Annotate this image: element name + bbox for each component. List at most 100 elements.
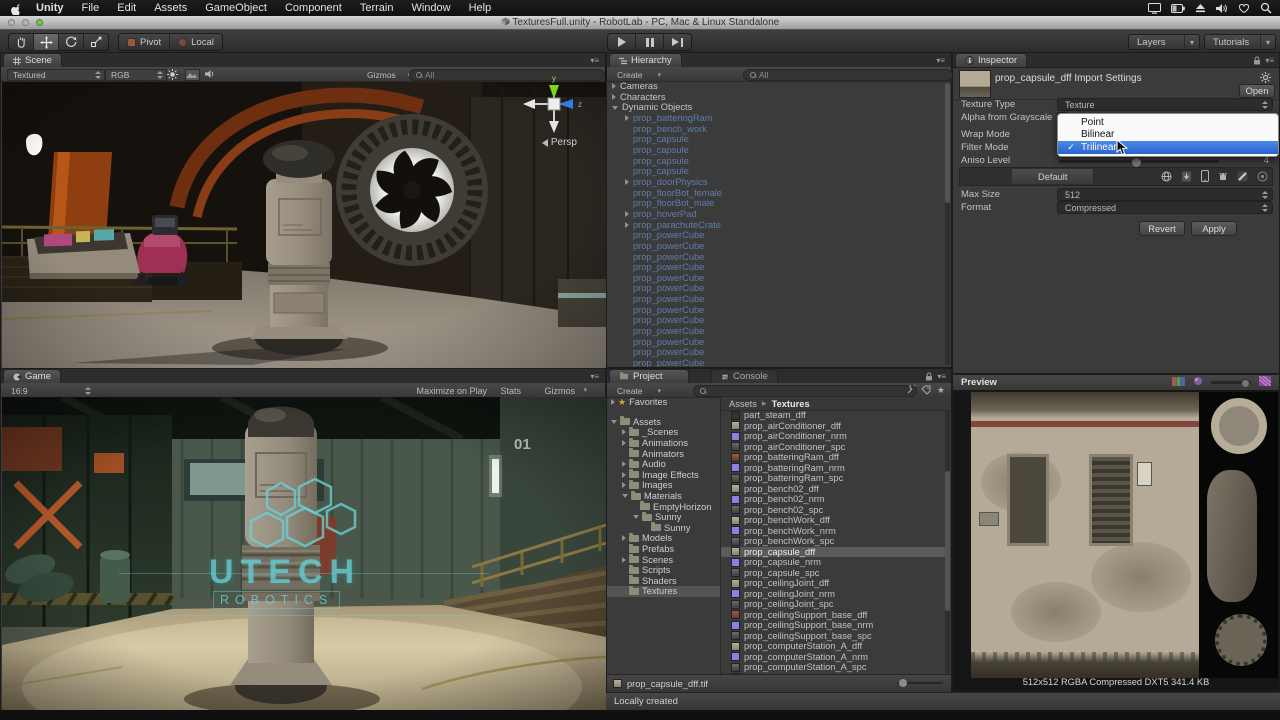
filter-option-Trilinear[interactable]: ✓ Trilinear (1058, 141, 1278, 154)
project-file-prop_batteringRam_nrm[interactable]: prop_batteringRam_nrm (721, 463, 945, 474)
menu-file[interactable]: File (73, 2, 109, 14)
menu-terrain[interactable]: Terrain (351, 2, 403, 14)
game-gizmos-dropdown[interactable]: Gizmos (544, 386, 575, 396)
spotlight-search-icon[interactable] (1260, 2, 1272, 14)
project-create-button[interactable]: Create ▾ (611, 385, 665, 397)
hierarchy-item[interactable]: prop_powerCube (607, 337, 945, 348)
scale-tool-button[interactable] (84, 34, 108, 50)
ios-platform-icon[interactable] (1201, 170, 1209, 182)
breadcrumb-root[interactable]: Assets (729, 399, 757, 409)
hand-tool-button[interactable] (9, 34, 34, 50)
scene-effects-toggle[interactable] (185, 69, 200, 81)
hierarchy-item[interactable]: prop_powerCube (607, 273, 945, 284)
hierarchy-item[interactable]: prop_capsule (607, 166, 945, 177)
menu-edit[interactable]: Edit (108, 2, 145, 14)
revert-button[interactable]: Revert (1139, 221, 1185, 236)
disclosure-right-icon[interactable] (622, 556, 626, 563)
hierarchy-item[interactable]: prop_powerCube (607, 241, 945, 252)
project-folder-Animations[interactable]: Animations (607, 437, 720, 449)
menu-app-name[interactable]: Unity (27, 2, 73, 14)
window-title-bar[interactable]: TexturesFull.unity - RobotLab - PC, Mac … (0, 16, 1280, 30)
naclweb-platform-icon[interactable] (1257, 171, 1268, 182)
hierarchy-item[interactable]: prop_powerCube (607, 252, 945, 263)
project-file-prop_batteringRam_spc[interactable]: prop_batteringRam_spc (721, 473, 945, 484)
scene-lighting-toggle[interactable] (167, 69, 178, 82)
project-file-prop_ceilingJoint_spc[interactable]: prop_ceilingJoint_spc (721, 599, 945, 610)
project-folder-Assets[interactable]: Assets (607, 416, 720, 428)
tab-scene[interactable]: Scene (3, 53, 62, 67)
alpha-channel-icon[interactable] (1258, 375, 1272, 389)
project-folder-Textures[interactable]: Textures (607, 585, 720, 597)
hierarchy-item[interactable]: prop_powerCube (607, 305, 945, 316)
open-button[interactable]: Open (1239, 84, 1275, 98)
tab-console[interactable]: Console (711, 369, 778, 383)
disclosure-right-icon[interactable] (625, 115, 629, 122)
project-folder-Scripts[interactable]: Scripts (607, 564, 720, 576)
disclosure-down-icon[interactable] (633, 515, 639, 520)
hierarchy-item[interactable]: prop_powerCube (607, 326, 945, 337)
project-file-prop_batteringRam_dff[interactable]: prop_batteringRam_dff (721, 452, 945, 463)
project-folder-Materials[interactable]: Materials (607, 490, 720, 502)
project-file-prop_computerStation_A_nrm[interactable]: prop_computerStation_A_nrm (721, 652, 945, 663)
volume-icon[interactable] (1216, 3, 1228, 14)
pause-button[interactable] (636, 34, 664, 50)
panel-menu-icon[interactable]: ▾≡ (590, 56, 599, 65)
disclosure-right-icon[interactable] (622, 461, 626, 468)
project-folder-Images[interactable]: Images (607, 479, 720, 491)
lock-icon[interactable] (925, 372, 933, 383)
disclosure-right-icon[interactable] (622, 440, 626, 447)
aniso-slider[interactable] (1059, 156, 1219, 168)
disclosure-down-icon[interactable] (612, 105, 618, 110)
panel-menu-icon[interactable]: ▾≡ (590, 372, 599, 381)
display-icon[interactable] (1148, 2, 1161, 14)
rotate-tool-button[interactable] (59, 34, 84, 50)
project-file-prop_capsule_dff[interactable]: prop_capsule_dff (721, 546, 945, 557)
project-folder-Sunny[interactable]: Sunny (607, 511, 720, 523)
game-aspect-dropdown[interactable]: 16:9 (5, 385, 95, 397)
standalone-platform-icon[interactable] (1181, 171, 1192, 182)
play-button[interactable] (608, 34, 636, 50)
rgb-channels-icon[interactable] (1172, 376, 1185, 389)
filter-option-Bilinear[interactable]: Bilinear (1058, 129, 1278, 142)
project-file-prop_capsule_nrm[interactable]: prop_capsule_nrm (721, 557, 945, 568)
project-file-prop_benchWork_dff[interactable]: prop_benchWork_dff (721, 515, 945, 526)
project-folder-Animators[interactable]: Animators (607, 448, 720, 459)
project-folder-Sunny[interactable]: Sunny (607, 522, 720, 534)
project-folder-Favorites[interactable]: ★ Favorites (607, 397, 720, 408)
panel-menu-icon[interactable]: ▾≡ (1265, 56, 1274, 65)
pivot-toggle-button[interactable]: Pivot (119, 34, 171, 50)
disclosure-right-icon[interactable] (612, 83, 616, 90)
hierarchy-item[interactable]: prop_capsule (607, 134, 945, 145)
max-size-dropdown[interactable]: 512 (1057, 188, 1273, 201)
project-file-prop_ceilingJoint_nrm[interactable]: prop_ceilingJoint_nrm (721, 589, 945, 600)
heart-icon[interactable] (1238, 3, 1250, 14)
hierarchy-item[interactable]: prop_floorBot_female (607, 188, 945, 199)
hierarchy-create-button[interactable]: Create ▾ (611, 69, 665, 81)
disclosure-right-icon[interactable] (622, 429, 626, 436)
web-platform-icon[interactable] (1161, 171, 1172, 182)
layers-dropdown[interactable]: Layers ▾ (1128, 34, 1200, 50)
project-folder-Image Effects[interactable]: Image Effects (607, 469, 720, 481)
thumbnail-size-slider[interactable] (897, 679, 943, 687)
hierarchy-item[interactable]: prop_batteringRam (607, 113, 945, 124)
favorites-star-icon[interactable]: ★ (937, 385, 945, 396)
scene-viewport-render[interactable] (2, 67, 606, 368)
disclosure-right-icon[interactable] (625, 221, 629, 228)
hierarchy-item[interactable]: prop_powerCube (607, 283, 945, 294)
apply-button[interactable]: Apply (1191, 221, 1237, 236)
apple-menu-icon[interactable] (0, 2, 27, 15)
texture-preview-image[interactable] (971, 392, 1278, 678)
project-folder-_Scenes[interactable]: _Scenes (607, 426, 720, 438)
project-scrollbar[interactable] (945, 411, 950, 674)
game-viewport-render[interactable]: 01 (2, 397, 606, 710)
battery-icon[interactable] (1171, 3, 1185, 13)
maximize-on-play-toggle[interactable]: Maximize on Play (416, 386, 487, 396)
tab-game[interactable]: Game (3, 369, 61, 383)
hierarchy-item[interactable]: Dynamic Objects (607, 102, 945, 113)
android-platform-icon[interactable] (1218, 171, 1228, 182)
project-file-prop_airConditioner_dff[interactable]: prop_airConditioner_dff (721, 421, 945, 432)
hierarchy-item[interactable]: prop_hoverPad (607, 209, 945, 220)
project-folder-Prefabs[interactable]: Prefabs (607, 543, 720, 555)
breadcrumb-current[interactable]: Textures (772, 399, 810, 409)
lock-icon[interactable] (1253, 56, 1261, 67)
